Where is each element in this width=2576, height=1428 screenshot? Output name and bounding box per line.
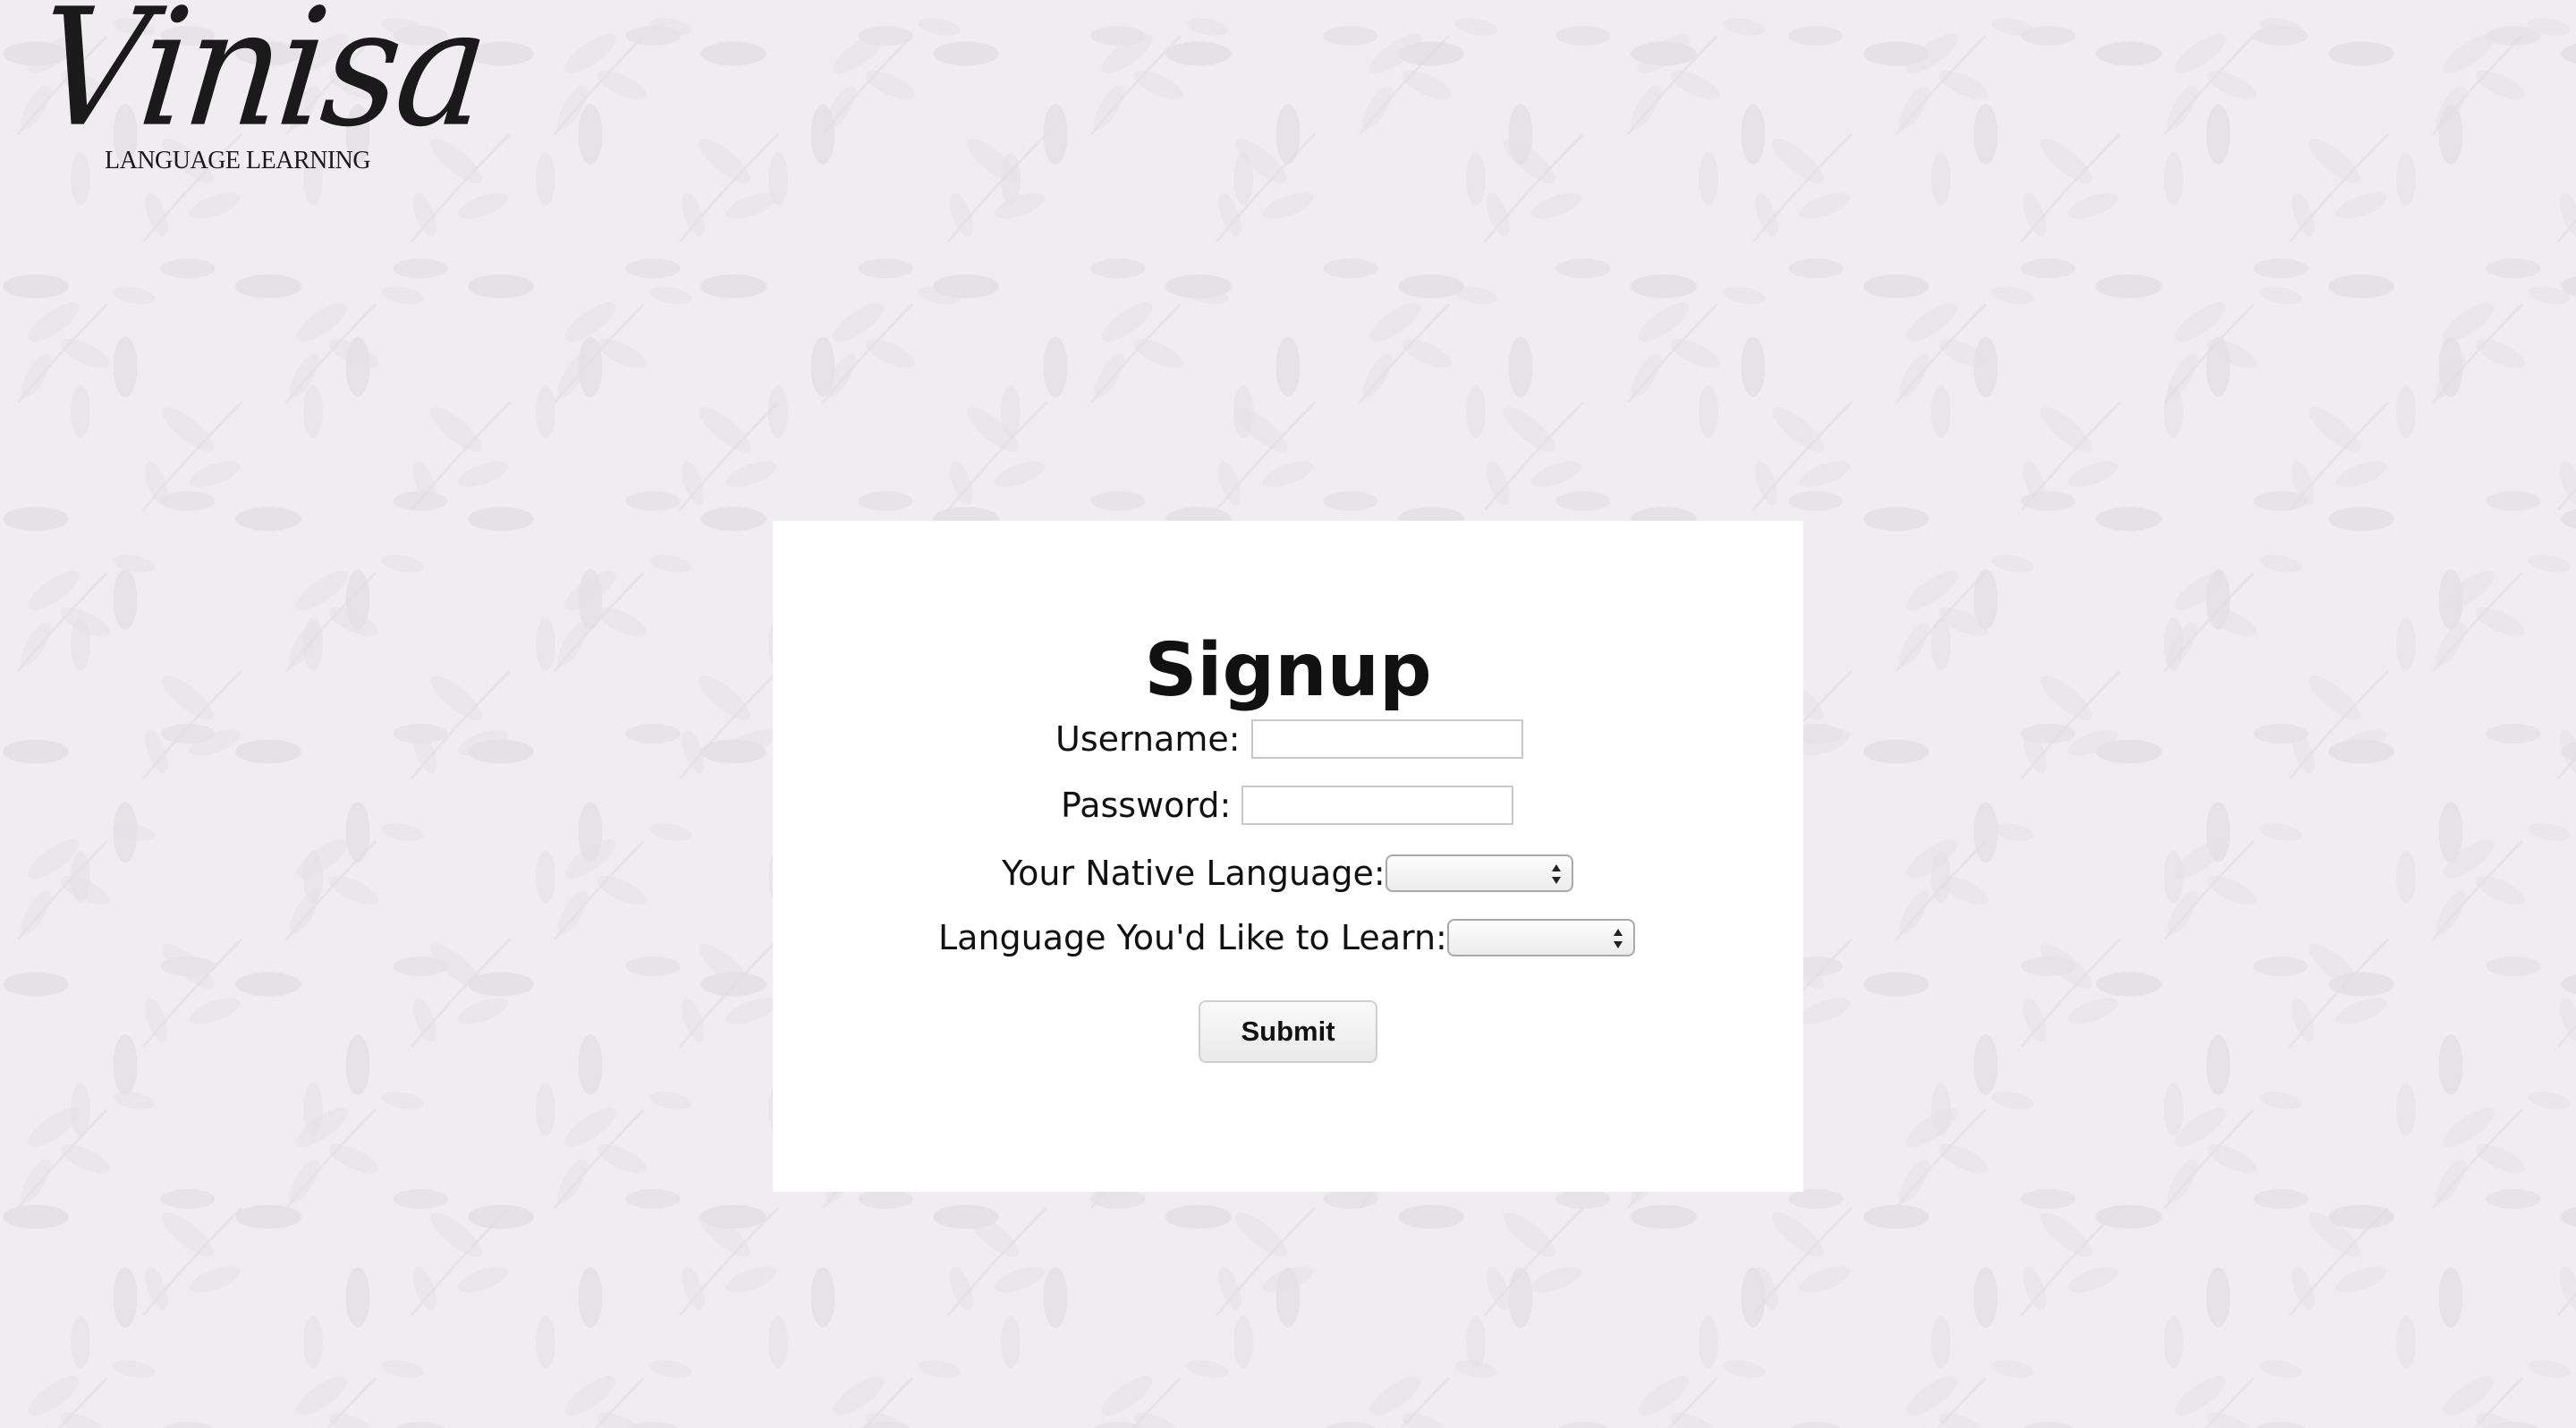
native-language-row: Your Native Language: — [1002, 854, 1573, 893]
learn-language-select[interactable] — [1446, 919, 1635, 956]
signup-card: Signup Username: Password: Your Native L… — [773, 521, 1803, 1192]
page-title: Signup — [1144, 628, 1432, 713]
native-language-select[interactable] — [1385, 854, 1573, 892]
password-row: Password: — [1061, 786, 1514, 825]
username-input[interactable] — [1250, 719, 1523, 759]
password-input[interactable] — [1241, 786, 1514, 825]
submit-button[interactable]: Submit — [1199, 1000, 1377, 1063]
vinisa-logo: Vinisa LANGUAGE LEARNING — [30, 0, 494, 183]
username-label: Username: — [1055, 719, 1241, 759]
native-language-label: Your Native Language: — [1002, 854, 1385, 893]
password-label: Password: — [1061, 786, 1232, 825]
select-arrows-icon — [1613, 929, 1623, 948]
logo-script-text: Vinisa — [29, 0, 494, 163]
learn-language-label: Language You'd Like to Learn: — [938, 918, 1447, 957]
select-arrows-icon — [1551, 864, 1561, 884]
username-row: Username: — [1055, 719, 1523, 759]
logo-subtitle: LANGUAGE LEARNING — [105, 147, 371, 174]
learn-language-row: Language You'd Like to Learn: — [938, 918, 1635, 957]
